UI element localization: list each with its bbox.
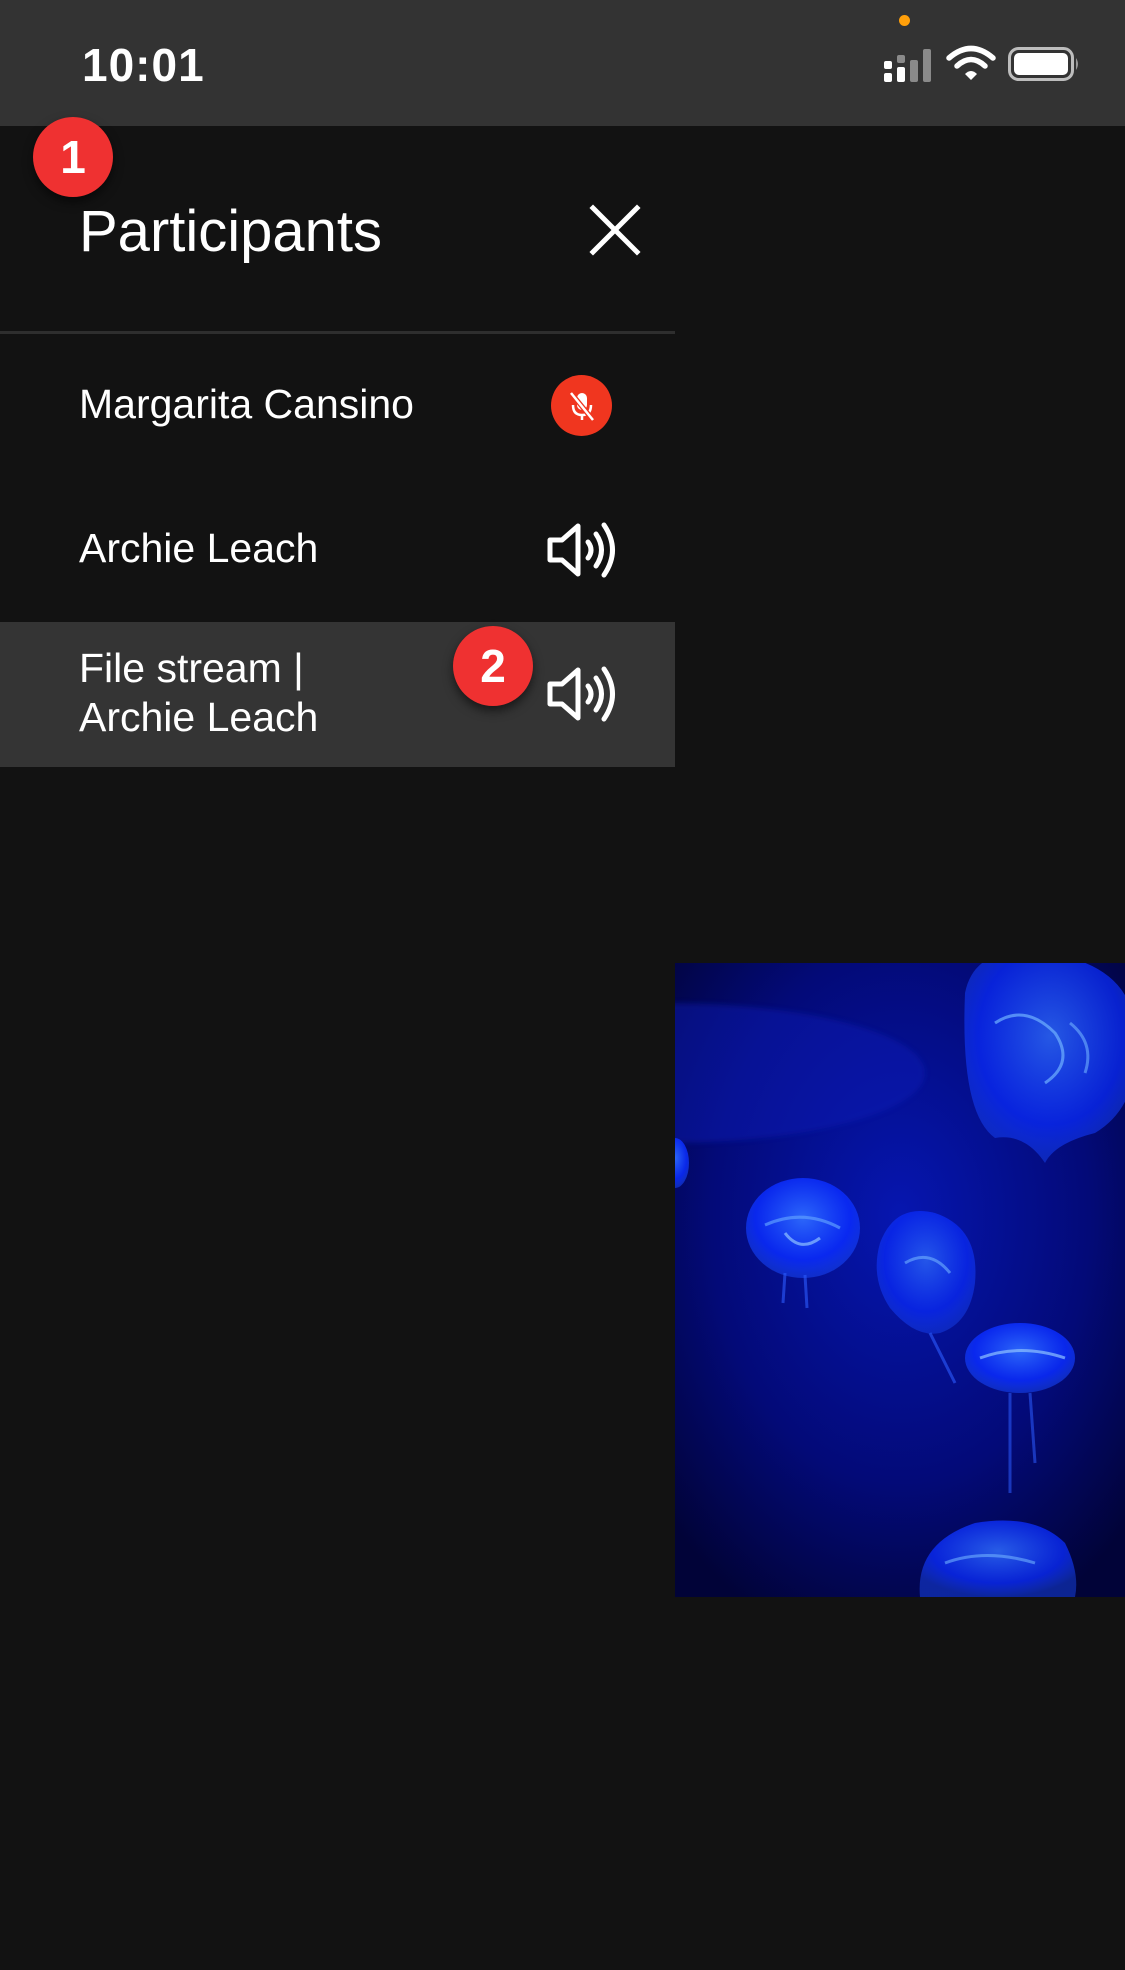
video-stream-image	[675, 963, 1125, 1597]
video-tile[interactable]	[675, 963, 1125, 1597]
speaker-icon[interactable]	[544, 662, 620, 726]
status-time: 10:01	[82, 39, 205, 91]
annotation-badge: 2	[453, 626, 533, 706]
annotation-badge: 1	[33, 117, 113, 197]
status-bar: 10:01	[0, 0, 1125, 126]
participants-panel: Participants Margarita Cansino Archie Le…	[0, 126, 675, 1970]
participant-name: Margarita Cansino	[79, 381, 414, 427]
participant-row[interactable]: Archie Leach	[0, 478, 675, 622]
participant-name: File stream | Archie Leach	[79, 645, 319, 740]
participant-name: Archie Leach	[79, 525, 319, 571]
participant-row[interactable]: Margarita Cansino	[0, 334, 675, 478]
battery-icon	[1008, 47, 1078, 81]
speaker-icon[interactable]	[544, 518, 620, 582]
cellular-signal-icon	[884, 49, 931, 82]
microphone-muted-icon[interactable]	[551, 375, 612, 436]
panel-title: Participants	[79, 199, 383, 264]
recording-indicator-dot	[899, 15, 910, 26]
close-icon[interactable]	[587, 202, 643, 258]
wifi-icon	[946, 45, 996, 80]
participant-row[interactable]: File stream | Archie Leach	[0, 622, 675, 767]
